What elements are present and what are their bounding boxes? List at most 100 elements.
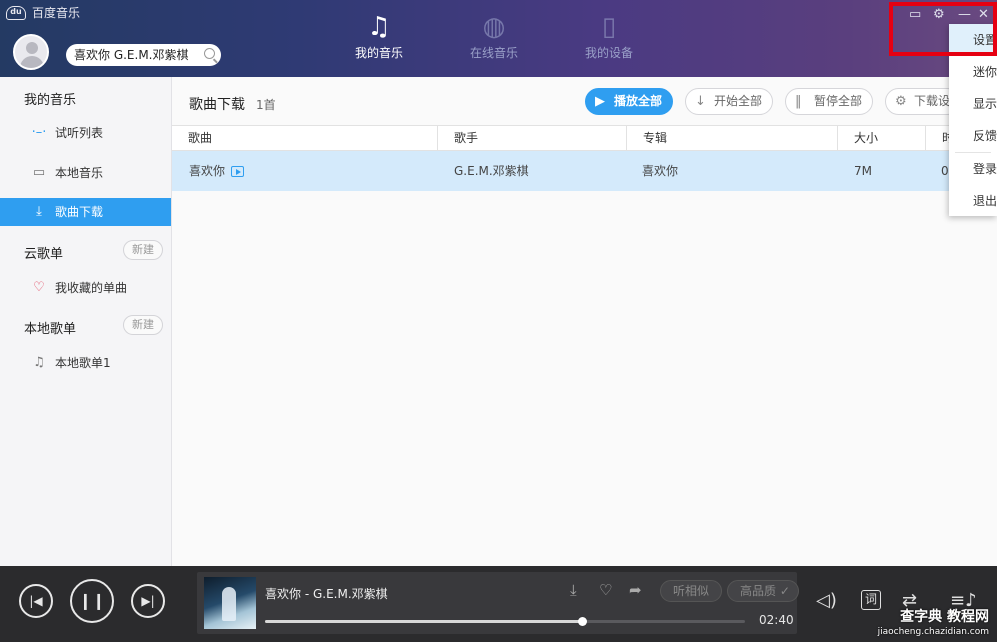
column-header-song[interactable]: 歌曲	[172, 126, 212, 150]
playlist-icon[interactable]: ≡♪	[950, 590, 977, 611]
pause-icon: ❙❙	[78, 591, 106, 610]
menu-item-login[interactable]: 登录	[949, 153, 997, 185]
main-content: 歌曲下载 1首 ▶ 播放全部 ↓ 开始全部 ‖ 暂停全部 ⚙ 下载设 歌曲 歌手…	[172, 77, 997, 566]
search-input[interactable]: 喜欢你 G.E.M.邓紫棋	[66, 44, 221, 66]
pause-icon: ‖	[795, 94, 802, 109]
album-cover[interactable]	[204, 577, 256, 629]
now-playing-panel: 喜欢你 - G.E.M.邓紫棋 ⤓ ♡ ➦ 听相似 高品质 ✓ 02:40	[197, 572, 799, 634]
cell-song: 喜欢你	[189, 151, 245, 191]
tab-label: 我的设备	[584, 46, 633, 60]
menu-item-exit[interactable]: 退出	[949, 185, 997, 217]
button-label: 暂停全部	[814, 94, 863, 108]
highlight-box	[889, 2, 997, 56]
cell-album: 喜欢你	[642, 164, 679, 178]
avatar[interactable]	[13, 34, 49, 70]
volume-icon[interactable]: ◁)	[816, 590, 837, 611]
tab-label: 在线音乐	[469, 46, 518, 60]
start-all-button[interactable]: ↓ 开始全部	[685, 88, 774, 115]
sidebar-item-local-music[interactable]: ▭ 本地音乐	[0, 159, 171, 187]
play-all-button[interactable]: ▶ 播放全部	[585, 88, 674, 115]
cell-size: 7M	[854, 164, 872, 178]
app-title: 百度音乐	[32, 6, 81, 20]
sidebar-item-local-playlist[interactable]: ♫ 本地歌单1	[0, 349, 171, 377]
avatar-head	[26, 42, 38, 54]
menu-item-mini[interactable]: 迷你	[949, 56, 997, 88]
sidebar-item-downloads[interactable]: ⤓ 歌曲下载	[0, 198, 171, 226]
quality-label: 高品质	[740, 584, 777, 598]
menu-item-feedback[interactable]: 反馈	[949, 120, 997, 152]
avatar-body	[20, 56, 44, 68]
app-logo: du 百度音乐	[6, 4, 80, 21]
music-note-icon: ♫	[33, 355, 45, 370]
pause-button[interactable]: ❙❙	[70, 579, 114, 623]
sidebar-item-label: 歌曲下载	[55, 205, 104, 219]
sidebar-section-cloud: 云歌单	[24, 247, 64, 262]
quality-button[interactable]: 高品质 ✓	[727, 580, 799, 602]
tab-online-music[interactable]: ◍ 在线音乐	[449, 10, 539, 61]
watermark-sub: jiaocheng.chazidian.com	[877, 627, 989, 637]
player-bar: |◀ ❙❙ ▶| 喜欢你 - G.E.M.邓紫棋 ⤓ ♡ ➦ 听相似 高品质 ✓…	[0, 566, 997, 642]
sidebar-item-label: 本地音乐	[55, 166, 104, 180]
tab-my-device[interactable]: ▯ 我的设备	[564, 10, 654, 61]
heart-icon[interactable]: ♡	[599, 581, 612, 599]
baidu-music-logo-icon: du	[6, 5, 26, 20]
sidebar-item-label: 本地歌单1	[55, 356, 111, 370]
music-note-icon: ♫	[367, 12, 391, 42]
repeat-icon[interactable]: ⇄	[902, 590, 917, 611]
button-label: 下载设	[914, 94, 951, 108]
download-icon: ⤓	[36, 204, 42, 219]
similar-songs-button[interactable]: 听相似	[660, 580, 723, 602]
check-circle-icon: ✓	[779, 584, 790, 598]
dots-list-icon: ·–·	[31, 125, 47, 140]
pause-all-button[interactable]: ‖ 暂停全部	[785, 88, 874, 115]
sidebar-item-label: 我收藏的单曲	[55, 281, 128, 295]
button-label: 播放全部	[614, 94, 663, 108]
sidebar-item-preview-list[interactable]: ·–· 试听列表	[0, 119, 171, 147]
next-icon: ▶|	[141, 594, 155, 608]
column-header-artist[interactable]: 歌手	[437, 126, 478, 150]
table-header: 歌曲 歌手 专辑 大小 时	[172, 125, 997, 151]
monitor-icon: ▭	[32, 165, 46, 180]
button-label: 开始全部	[714, 94, 763, 108]
progress-bar[interactable]	[265, 617, 745, 626]
progress-handle[interactable]	[577, 617, 587, 626]
download-icon[interactable]: ⤓	[570, 581, 577, 599]
mv-play-icon[interactable]	[231, 166, 245, 177]
sidebar: 我的音乐 ·–· 试听列表 ▭ 本地音乐 ⤓ 歌曲下载 云歌单 新建 ♡ 我收藏…	[0, 77, 172, 566]
watermark: 查字典 教程网 jiaocheng.chazidian.com	[878, 610, 989, 640]
new-cloud-playlist-button[interactable]: 新建	[123, 240, 163, 260]
sidebar-item-label: 试听列表	[55, 126, 104, 140]
share-icon[interactable]: ➦	[629, 581, 642, 599]
sidebar-item-favorites[interactable]: ♡ 我收藏的单曲	[0, 274, 171, 302]
search-value: 喜欢你 G.E.M.邓紫棋	[74, 48, 189, 62]
previous-icon: |◀	[29, 594, 43, 608]
sidebar-section-local: 本地歌单	[24, 322, 77, 337]
sidebar-section-my-music: 我的音乐	[24, 93, 77, 108]
cell-artist: G.E.M.邓紫棋	[454, 164, 529, 178]
menu-item-display[interactable]: 显示	[949, 88, 997, 120]
column-header-size[interactable]: 大小	[837, 126, 878, 150]
top-header: du 百度音乐 喜欢你 G.E.M.邓紫棋 ♫ 我的音乐 ◍ 在线音乐 ▯ 我的…	[0, 0, 997, 77]
previous-button[interactable]: |◀	[19, 584, 53, 618]
song-title: 喜欢你	[189, 164, 226, 178]
playback-time: 02:40	[759, 613, 794, 627]
heart-icon: ♡	[33, 280, 45, 295]
tab-my-music[interactable]: ♫ 我的音乐	[334, 10, 424, 61]
watermark-main: 查字典 教程网	[900, 609, 989, 625]
tab-label: 我的音乐	[354, 46, 403, 60]
now-playing-title: 喜欢你 - G.E.M.邓紫棋	[265, 587, 388, 601]
next-button[interactable]: ▶|	[131, 584, 165, 618]
globe-icon: ◍	[482, 12, 506, 42]
page-title: 歌曲下载	[189, 97, 245, 113]
table-row[interactable]: 喜欢你 G.E.M.邓紫棋 喜欢你 7M 0:	[172, 151, 997, 191]
progress-fill	[265, 620, 582, 623]
song-count: 1首	[256, 98, 276, 112]
column-header-album[interactable]: 专辑	[626, 126, 667, 150]
gear-icon: ⚙	[895, 94, 907, 109]
play-circle-icon: ▶	[595, 94, 605, 109]
device-icon: ▯	[601, 12, 617, 42]
lyrics-button[interactable]: 词	[861, 590, 881, 610]
new-local-playlist-button[interactable]: 新建	[123, 315, 163, 335]
download-arrow-icon: ↓	[695, 94, 706, 109]
search-icon[interactable]	[204, 48, 215, 59]
